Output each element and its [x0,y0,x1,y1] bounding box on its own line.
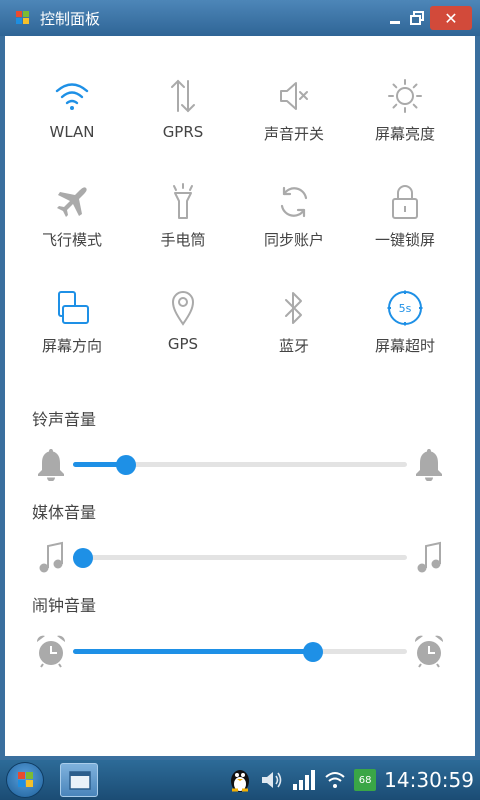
toggle-label: 声音开关 [263,125,324,143]
toggle-label: 手电筒 [160,231,206,249]
alarm-clock-icon [36,635,66,668]
data-arrows-icon [171,79,195,113]
timeout-badge: 5s [399,302,412,315]
airplane-icon [57,187,87,217]
speaker-mute-icon [280,82,308,110]
wifi-tray-icon[interactable] [324,770,346,790]
toggle-bluetooth[interactable]: 蓝牙 [239,288,349,356]
toggle-screen-timeout[interactable]: 5s 屏幕超时 [350,288,460,356]
alarm-volume-slider[interactable] [73,642,407,662]
toggle-gprs[interactable]: GPRS [128,76,238,141]
slider-thumb[interactable] [303,642,324,662]
media-volume-row [5,538,475,578]
music-note-icon [39,541,63,573]
taskbar-app-button[interactable] [60,763,98,797]
windows-flag-icon [16,11,29,24]
toggle-lock[interactable]: 一键锁屏 [350,182,460,250]
toggle-brightness[interactable]: 屏幕亮度 [350,76,460,144]
toggle-airplane[interactable]: 飞行模式 [17,182,127,250]
toggle-label: 一键锁屏 [374,231,435,249]
toggle-flashlight[interactable]: 手电筒 [128,182,238,250]
alarm-volume-row [5,632,475,672]
minimize-button[interactable] [386,9,404,27]
toggle-wlan[interactable]: WLAN [17,76,127,141]
bell-icon [416,449,442,481]
minimize-icon [390,21,400,24]
volume-tray-icon[interactable] [260,768,284,792]
control-panel-window: 控制面板 ✕ WLAN GPRS 声音开关 屏幕亮度 飞行模式 手电筒 同步账户… [0,0,480,760]
sync-icon [280,186,308,218]
clock[interactable]: 14:30:59 [384,768,474,792]
title-bar[interactable]: 控制面板 ✕ [0,0,480,36]
toggle-label: 蓝牙 [278,337,309,355]
toggle-label: 同步账户 [263,231,324,249]
toggle-label: 屏幕亮度 [374,125,435,143]
slider-thumb[interactable] [73,548,94,568]
system-tray: 68 14:30:59 [228,760,480,800]
toggle-sync[interactable]: 同步账户 [239,182,349,250]
windows-logo-icon [18,772,33,787]
taskbar: 68 14:30:59 [0,760,480,800]
ringtone-volume-row [5,445,475,485]
flashlight-icon [173,183,193,219]
media-volume-slider[interactable] [73,548,407,568]
window-title: 控制面板 [40,9,101,28]
location-pin-icon [171,291,195,326]
wifi-icon [55,83,89,110]
orientation-icon [58,291,89,324]
battery-indicator[interactable]: 68 [354,769,377,791]
slider-thumb[interactable] [116,455,137,475]
toggle-orientation[interactable]: 屏幕方向 [17,288,127,356]
toggle-label: 屏幕方向 [41,337,102,355]
bluetooth-icon [285,292,302,324]
close-icon: ✕ [444,8,458,28]
ringtone-volume-title: 铃声音量 [32,410,97,429]
qq-penguin-icon[interactable] [228,766,252,794]
toggle-label: GPRS [162,123,204,141]
toggle-sound[interactable]: 声音开关 [239,76,349,144]
signal-strength-icon[interactable] [292,769,316,791]
ringtone-volume-slider[interactable] [73,455,407,475]
toggle-label: WLAN [49,123,95,141]
close-button[interactable]: ✕ [430,6,472,30]
toggle-label: 飞行模式 [41,231,102,249]
window-app-icon [69,771,91,790]
media-volume-title: 媒体音量 [32,503,97,522]
music-note-icon [417,541,441,573]
alarm-clock-icon [414,635,444,668]
control-panel-content: WLAN GPRS 声音开关 屏幕亮度 飞行模式 手电筒 同步账户 一键锁屏 屏… [5,36,475,756]
restore-icon [410,11,424,25]
brightness-icon [388,79,422,113]
restore-button[interactable] [408,9,426,27]
alarm-volume-title: 闹钟音量 [32,596,97,615]
timeout-icon: 5s [387,290,423,326]
toggle-gps[interactable]: GPS [128,288,238,353]
bell-icon [38,449,64,481]
toggle-label: GPS [167,335,199,353]
toggle-label: 屏幕超时 [374,337,435,355]
start-button[interactable] [6,762,44,798]
lock-icon [392,185,418,219]
